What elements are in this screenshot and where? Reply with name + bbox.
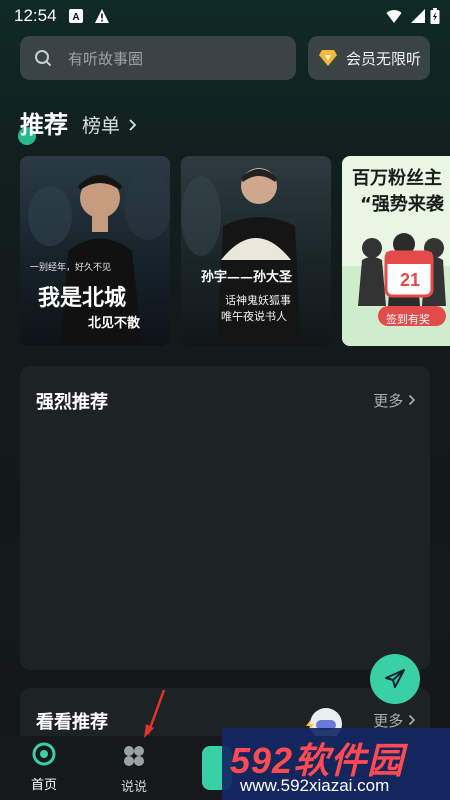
banner-item[interactable]: 孙宇——孙大圣 话神鬼妖狐事 唯午夜说书人 [181, 156, 331, 346]
banner-title: 孙宇——孙大圣 [201, 270, 293, 285]
talk-icon [124, 746, 144, 766]
status-time: 12:54 [14, 6, 57, 25]
banner-title: 百万粉丝主 [352, 168, 442, 189]
home-icon [32, 742, 56, 766]
chevron-right-icon [129, 119, 137, 131]
send-icon [385, 669, 405, 688]
watermark: 592软件园 www.592xiazai.com [222, 728, 450, 800]
banner-badge: 签到有奖 [386, 313, 430, 326]
tab-home-label: 首页 [31, 778, 58, 793]
annotation-arrow-icon [144, 689, 166, 738]
diamond-icon [319, 50, 337, 66]
warning-icon [95, 9, 109, 23]
search-icon [35, 50, 51, 66]
search-placeholder: 有听故事圈 [68, 49, 144, 68]
app-notification-icon: A [69, 9, 83, 23]
tab-talk[interactable]: 说说 [112, 736, 156, 800]
section-strong-recommend: 强烈推荐 更多 [20, 366, 430, 670]
vip-label: 会员无限听 [346, 49, 422, 68]
banner-caption: 话神鬼妖狐事 [225, 294, 291, 307]
banner-caption: 一别经年，好久不见 [30, 263, 112, 273]
search-bar[interactable]: 有听故事圈 [20, 36, 296, 80]
chevron-right-icon [408, 714, 416, 726]
category-tabs: 推荐 榜单 [18, 100, 138, 145]
tab-recommend[interactable]: 推荐 [18, 105, 68, 145]
banner-caption: “强势来袭 [360, 194, 444, 215]
tab-home[interactable]: 首页 [22, 736, 66, 800]
section-more-link[interactable]: 更多 [373, 390, 416, 411]
battery-icon [430, 8, 440, 24]
banner-item[interactable]: 一别经年，好久不见 我是北城 北见不散 [20, 156, 170, 346]
banner-subtitle: 北见不散 [88, 316, 141, 331]
status-bar: 12:54 A [0, 0, 450, 32]
tab-talk-label: 说说 [121, 780, 148, 795]
banner-caption-2: 唯午夜说书人 [221, 310, 287, 323]
publish-button[interactable] [370, 654, 420, 704]
chevron-right-icon [408, 394, 416, 406]
section-title: 强烈推荐 [36, 392, 108, 413]
banner-item[interactable]: 21 百万粉丝主 “强势来袭 签到有奖 [342, 156, 450, 346]
section-title: 看看推荐 [36, 712, 108, 733]
vip-button[interactable]: 会员无限听 [308, 36, 430, 80]
tab-ranking[interactable]: 榜单 [82, 111, 138, 140]
signal-icon [411, 9, 425, 23]
section-more-label: 更多 [373, 392, 404, 410]
banner-title: 我是北城 [38, 285, 127, 311]
banner-carousel[interactable]: 一别经年，好久不见 我是北城 北见不散 孙宇——孙大圣 话神鬼妖狐事 唯午夜说书… [20, 156, 450, 348]
tab-ranking-label: 榜单 [82, 115, 121, 137]
tab-recommend-label: 推荐 [20, 111, 68, 139]
svg-text:A: A [72, 12, 79, 23]
calendar-day: 21 [400, 270, 421, 290]
wifi-icon [386, 10, 402, 23]
watermark-url: www.592xiazai.com [240, 776, 390, 795]
